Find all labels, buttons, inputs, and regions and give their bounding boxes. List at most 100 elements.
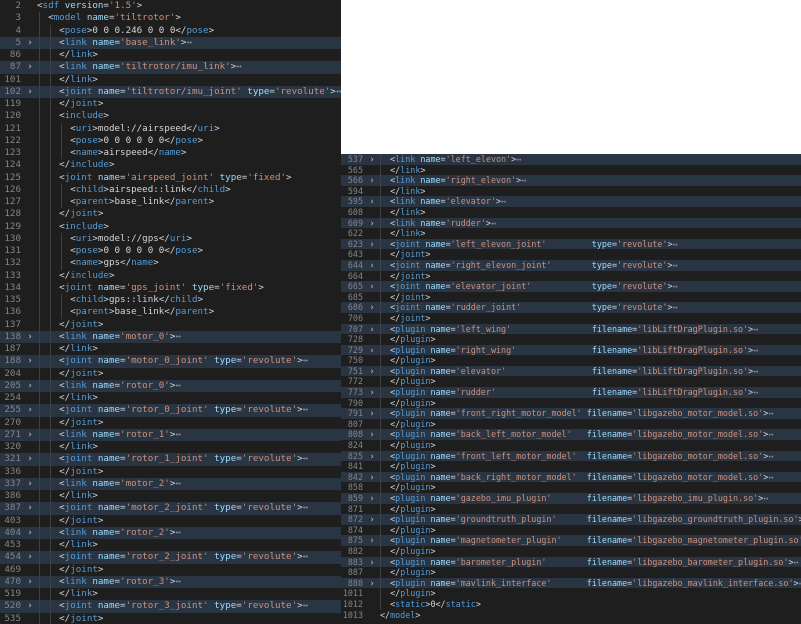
fold-chevron-icon[interactable]: ›: [368, 493, 376, 504]
code-line[interactable]: 594 </link>: [341, 185, 801, 197]
code-line[interactable]: 791 › <plugin name='front_right_motor_mod…: [341, 408, 801, 419]
folded-ellipsis-icon[interactable]: ↔: [175, 380, 181, 391]
folded-ellipsis-icon[interactable]: ↔: [175, 478, 181, 489]
code-line[interactable]: 808 › <plugin name='back_left_motor_model…: [341, 429, 801, 441]
folded-ellipsis-icon[interactable]: ↔: [303, 355, 309, 366]
fold-chevron-icon[interactable]: ›: [368, 366, 376, 377]
fold-chevron-icon[interactable]: ›: [368, 387, 376, 398]
code-line[interactable]: 883 › <plugin name='barometer_plugin' fil…: [341, 556, 801, 568]
code-line[interactable]: 5 › <link name='base_link'>↔: [0, 36, 341, 49]
fold-chevron-icon[interactable]: ›: [368, 514, 376, 525]
folded-ellipsis-icon[interactable]: ↔: [753, 366, 758, 376]
code-line[interactable]: 204 </joint>: [0, 367, 341, 380]
folded-ellipsis-icon[interactable]: ↔: [753, 324, 758, 334]
code-line[interactable]: 134 <joint name='gps_joint' type='fixed'…: [0, 281, 341, 294]
folded-ellipsis-icon[interactable]: ↔: [768, 472, 773, 482]
code-line[interactable]: 133 </include>: [0, 269, 341, 282]
code-line[interactable]: 469 </joint>: [0, 563, 341, 576]
code-line[interactable]: 566 › <link name='right_elevon'>↔: [341, 175, 801, 186]
code-line[interactable]: 205 › <link name='rotor_0'>↔: [0, 379, 341, 392]
code-line[interactable]: 320 </link>: [0, 441, 341, 454]
fold-chevron-icon[interactable]: ›: [26, 37, 34, 49]
folded-ellipsis-icon[interactable]: ↔: [336, 86, 341, 97]
folded-ellipsis-icon[interactable]: ↔: [303, 404, 309, 415]
code-line[interactable]: 644 › <joint name='right_elevon_joint' ty…: [341, 259, 801, 271]
fold-chevron-icon[interactable]: ›: [26, 404, 34, 416]
editor-pane-right[interactable]: 537 › <link name='left_elevon'>↔ 565 </lin…: [341, 154, 801, 624]
folded-ellipsis-icon[interactable]: ↔: [491, 218, 496, 228]
folded-ellipsis-icon[interactable]: ↔: [521, 175, 526, 185]
code-line[interactable]: 4 <pose>0 0 0.246 0 0 0</pose>: [0, 24, 341, 37]
fold-chevron-icon[interactable]: ›: [368, 154, 376, 165]
code-line[interactable]: 872 › <plugin name='groundtruth_plugin' f…: [341, 514, 801, 525]
code-line[interactable]: 188 › <joint name='motor_0_joint' type='r…: [0, 355, 341, 368]
editor-pane-left[interactable]: 2 <sdf version='1.5'> 3 <model name='tiltr…: [0, 0, 341, 624]
code-line[interactable]: 1013 </model>: [341, 610, 801, 621]
code-line[interactable]: 403 </joint>: [0, 514, 341, 527]
folded-ellipsis-icon[interactable]: ↔: [794, 557, 799, 567]
code-line[interactable]: 707 › <plugin name='left_wing' filename='…: [341, 323, 801, 335]
code-line[interactable]: 102 › <joint name='tiltrotor/imu_joint' t…: [0, 85, 341, 98]
code-line[interactable]: 520 › <joint name='rotor_3_joint' type='r…: [0, 600, 341, 613]
code-line[interactable]: 664 </joint>: [341, 270, 801, 282]
code-line[interactable]: 825 › <plugin name='front_left_motor_mode…: [341, 450, 801, 462]
code-line[interactable]: 121 <uri>model://airspeed</uri>: [0, 122, 341, 135]
code-line[interactable]: 470 › <link name='rotor_3'>↔: [0, 575, 341, 588]
code-line[interactable]: 706 </joint>: [341, 312, 801, 324]
code-line[interactable]: 2 <sdf version='1.5'>: [0, 0, 341, 12]
code-line[interactable]: 336 </joint>: [0, 465, 341, 478]
code-line[interactable]: 685 </joint>: [341, 291, 801, 303]
code-line[interactable]: 128 </joint>: [0, 208, 341, 221]
fold-chevron-icon[interactable]: ›: [26, 453, 34, 465]
fold-chevron-icon[interactable]: ›: [26, 502, 34, 514]
folded-ellipsis-icon[interactable]: ↔: [673, 281, 678, 291]
code-line[interactable]: 1011 </plugin>: [341, 588, 801, 599]
folded-ellipsis-icon[interactable]: ↔: [236, 61, 242, 72]
fold-chevron-icon[interactable]: ›: [368, 472, 376, 483]
folded-ellipsis-icon[interactable]: ↔: [768, 429, 773, 439]
code-line[interactable]: 807 </plugin>: [341, 418, 801, 430]
folded-ellipsis-icon[interactable]: ↔: [516, 154, 521, 164]
fold-chevron-icon[interactable]: ›: [368, 281, 376, 292]
code-line[interactable]: 772 </plugin>: [341, 376, 801, 388]
folded-ellipsis-icon[interactable]: ↔: [768, 408, 773, 418]
code-line[interactable]: 122 <pose>0 0 0 0 0 0</pose>: [0, 134, 341, 147]
code-line[interactable]: 729 › <plugin name='right_wing' filename=…: [341, 344, 801, 356]
code-line[interactable]: 824 </plugin>: [341, 440, 801, 451]
code-line[interactable]: 386 </link>: [0, 490, 341, 503]
code-line[interactable]: 841 </plugin>: [341, 461, 801, 472]
fold-chevron-icon[interactable]: ›: [368, 218, 376, 229]
fold-chevron-icon[interactable]: ›: [26, 478, 34, 490]
folded-ellipsis-icon[interactable]: ↔: [673, 302, 678, 312]
code-line[interactable]: 255 › <joint name='rotor_0_joint' type='r…: [0, 404, 341, 417]
code-line[interactable]: 595 › <link name='elevator'>↔: [341, 196, 801, 207]
fold-chevron-icon[interactable]: ›: [368, 535, 376, 546]
fold-chevron-icon[interactable]: ›: [368, 239, 376, 250]
code-line[interactable]: 3 <model name='tiltrotor'>: [0, 12, 341, 25]
folded-ellipsis-icon[interactable]: ↔: [175, 429, 181, 440]
code-line[interactable]: 337 › <link name='motor_2'>↔: [0, 477, 341, 490]
code-line[interactable]: 119 </joint>: [0, 98, 341, 111]
code-line[interactable]: 888 › <plugin name='mavlink_interface' fi…: [341, 577, 801, 589]
code-line[interactable]: 874 </plugin>: [341, 524, 801, 536]
code-line[interactable]: 882 </plugin>: [341, 545, 801, 557]
code-line[interactable]: 622 </link>: [341, 228, 801, 239]
fold-chevron-icon[interactable]: ›: [26, 86, 34, 98]
code-line[interactable]: 123 <name>airspeed</name>: [0, 147, 341, 160]
code-line[interactable]: 270 </joint>: [0, 416, 341, 429]
code-line[interactable]: 124 </include>: [0, 159, 341, 172]
fold-chevron-icon[interactable]: ›: [368, 345, 376, 356]
fold-chevron-icon[interactable]: ›: [368, 302, 376, 313]
code-line[interactable]: 120 <include>: [0, 110, 341, 123]
code-line[interactable]: 135 <child>gps::link</child>: [0, 294, 341, 307]
folded-ellipsis-icon[interactable]: ↔: [303, 453, 309, 464]
code-line[interactable]: 842 › <plugin name='back_right_motor_mode…: [341, 471, 801, 483]
folded-ellipsis-icon[interactable]: ↔: [753, 345, 758, 355]
code-line[interactable]: 609 › <link name='rudder'>↔: [341, 217, 801, 229]
fold-chevron-icon[interactable]: ›: [368, 260, 376, 271]
code-line[interactable]: 125 <joint name='airspeed_joint' type='f…: [0, 171, 341, 184]
code-line[interactable]: 537 › <link name='left_elevon'>↔: [341, 154, 801, 165]
fold-chevron-icon[interactable]: ›: [368, 175, 376, 186]
code-line[interactable]: 565 </link>: [341, 164, 801, 176]
code-line[interactable]: 728 </plugin>: [341, 334, 801, 345]
